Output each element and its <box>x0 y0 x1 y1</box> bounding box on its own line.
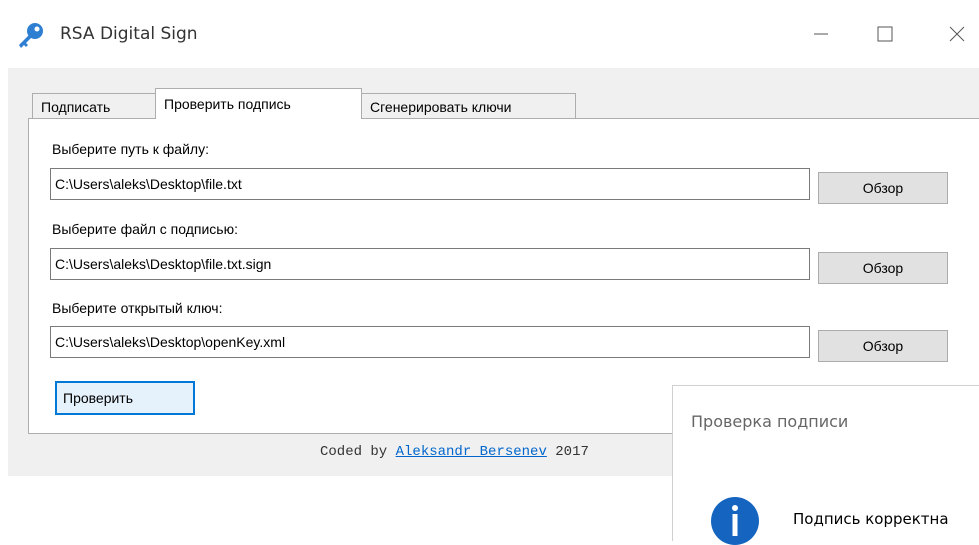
close-button[interactable] <box>934 14 979 54</box>
info-icon <box>711 497 759 545</box>
tab-verify-signature[interactable]: Проверить подпись <box>155 88 362 119</box>
minimize-button[interactable] <box>798 14 844 54</box>
message-box: Проверка подписи Подпись корректна <box>672 385 979 545</box>
file-path-label: Выберите путь к файлу: <box>52 141 209 157</box>
key-icon <box>19 23 43 48</box>
public-key-input[interactable]: C:\Users\aleks\Desktop\openKey.xml <box>50 326 810 358</box>
tab-generate-keys[interactable]: Сгенерировать ключи <box>361 93 576 119</box>
file-path-input[interactable]: C:\Users\aleks\Desktop\file.txt <box>50 168 810 200</box>
title-bar[interactable]: RSA Digital Sign <box>0 0 979 68</box>
browse-file-button[interactable]: Обзор <box>818 172 948 204</box>
footer-year: 2017 <box>546 444 589 460</box>
author-link[interactable]: Aleksandr Bersenev <box>396 444 547 460</box>
public-key-label: Выберите открытый ключ: <box>52 300 223 316</box>
window-title: RSA Digital Sign <box>60 24 198 44</box>
close-icon <box>949 26 965 42</box>
message-box-text: Подпись корректна <box>793 510 949 528</box>
signature-file-label: Выберите файл с подписью: <box>52 221 238 237</box>
minimize-icon <box>814 33 828 35</box>
footer-credits: Coded by Aleksandr Bersenev 2017 <box>320 444 589 460</box>
verify-button[interactable]: Проверить <box>55 381 195 415</box>
tab-sign[interactable]: Подписать <box>32 93 156 119</box>
message-box-title: Проверка подписи <box>691 412 849 431</box>
maximize-button[interactable] <box>862 14 908 54</box>
browse-key-button[interactable]: Обзор <box>818 330 948 362</box>
footer-prefix: Coded by <box>320 444 396 460</box>
maximize-icon <box>877 26 893 42</box>
signature-file-input[interactable]: C:\Users\aleks\Desktop\file.txt.sign <box>50 248 810 280</box>
browse-signature-button[interactable]: Обзор <box>818 252 948 284</box>
